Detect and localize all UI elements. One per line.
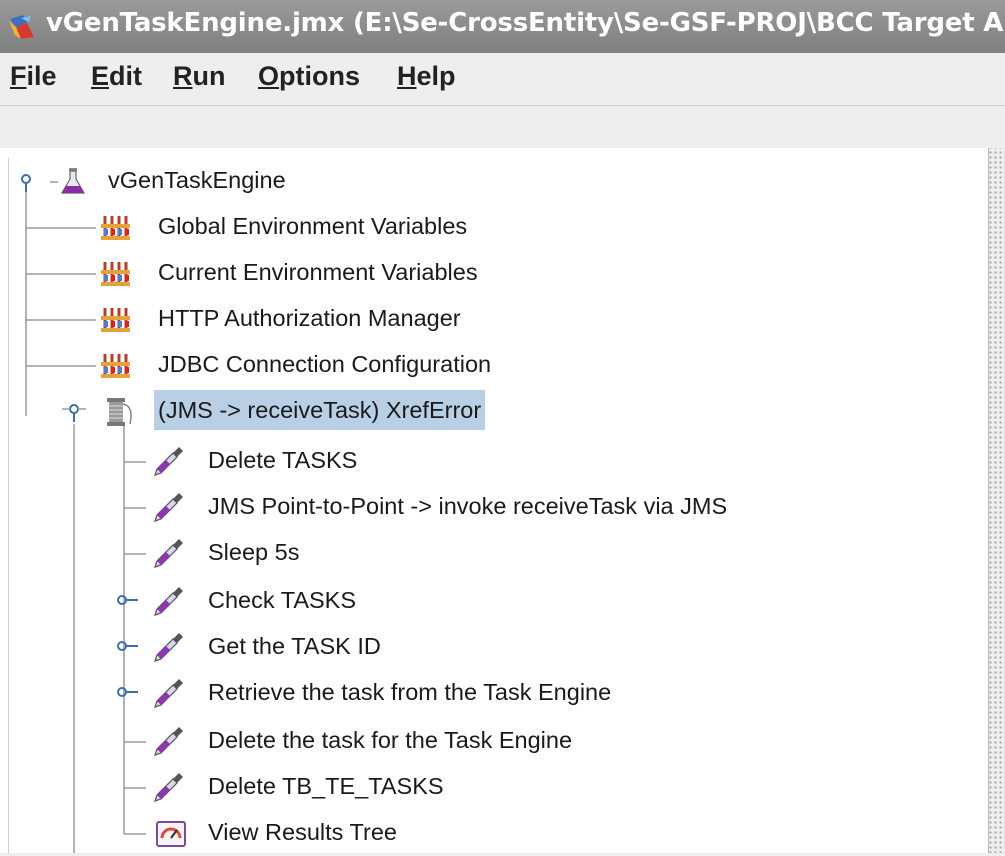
- tree-node-label: Get the TASK ID: [208, 633, 381, 659]
- menu-run-mnemonic: R: [173, 61, 193, 91]
- tree-node-label: JDBC Connection Configuration: [158, 351, 492, 377]
- title-bar: vGenTaskEngine.jmx (E:\Se-CrossEntity\Se…: [0, 0, 1005, 53]
- collapsed-handle-icon[interactable]: [114, 636, 138, 656]
- tree-node-label: Delete the task for the Task Engine: [208, 727, 573, 753]
- jmeter-app-icon: [9, 15, 34, 39]
- tree-node-label: (JMS -> receiveTask) XrefError: [154, 390, 486, 430]
- menu-help[interactable]: Help: [395, 61, 458, 92]
- tree-node-label: View Results Tree: [208, 819, 397, 845]
- sampler-pipette-icon: [154, 493, 183, 522]
- config-element-icon: [101, 308, 130, 332]
- sampler-pipette-icon: [154, 587, 183, 616]
- sampler-pipette-icon: [154, 447, 183, 476]
- test-plan-flask-icon: [60, 168, 86, 194]
- expand-handle-icon[interactable]: [62, 403, 86, 423]
- menu-options-label: ptions: [279, 61, 361, 91]
- sampler-pipette-icon: [154, 773, 183, 802]
- tree-node-label: Global Environment Variables: [158, 213, 468, 239]
- tree-node-label: JMS Point-to-Point -> invoke receiveTask…: [208, 493, 728, 519]
- tree-node-label: Sleep 5s: [208, 539, 300, 565]
- config-element-icon: [101, 354, 130, 378]
- tree-node-label: Retrieve the task from the Task Engine: [208, 679, 612, 705]
- split-pane-divider[interactable]: [989, 148, 1005, 853]
- toolbar: [0, 106, 1005, 149]
- tree-node-label: Delete TASKS: [208, 447, 358, 473]
- menu-edit-mnemonic: E: [91, 61, 110, 91]
- collapsed-handle-icon[interactable]: [114, 682, 138, 702]
- config-element-icon: [101, 262, 130, 286]
- menu-options[interactable]: Options: [256, 61, 362, 92]
- listener-results-icon: [156, 821, 186, 847]
- menu-edit[interactable]: Edit: [89, 61, 144, 92]
- expand-handle-icon[interactable]: [14, 173, 38, 193]
- tree-node-label: Check TASKS: [208, 587, 357, 613]
- sampler-pipette-icon: [154, 633, 183, 662]
- config-element-icon: [101, 216, 130, 240]
- menu-help-label: elp: [416, 61, 456, 91]
- menu-file-mnemonic: F: [10, 61, 27, 91]
- tree-node-label: vGenTaskEngine: [108, 167, 286, 193]
- menu-run[interactable]: Run: [171, 61, 228, 92]
- menu-options-mnemonic: O: [258, 61, 280, 91]
- menu-file[interactable]: File: [8, 61, 59, 92]
- menu-run-label: un: [192, 61, 226, 91]
- tree-node-label: Delete TB_TE_TASKS: [208, 773, 444, 799]
- menu-file-label: ile: [26, 61, 57, 91]
- sampler-pipette-icon: [154, 679, 183, 708]
- menu-edit-label: dit: [109, 61, 143, 91]
- sampler-pipette-icon: [154, 727, 183, 756]
- thread-group-spool-icon: [107, 398, 132, 426]
- collapsed-handle-icon[interactable]: [114, 590, 138, 610]
- window-title: vGenTaskEngine.jmx (E:\Se-CrossEntity\Se…: [46, 8, 1005, 38]
- tree-node-label: Current Environment Variables: [158, 259, 478, 285]
- tree-node-label: HTTP Authorization Manager: [158, 305, 461, 331]
- tree-panel-edge: [8, 158, 9, 853]
- menu-help-mnemonic: H: [397, 61, 417, 91]
- menu-bar: File Edit Run Options Help: [0, 53, 1005, 106]
- sampler-pipette-icon: [154, 539, 183, 568]
